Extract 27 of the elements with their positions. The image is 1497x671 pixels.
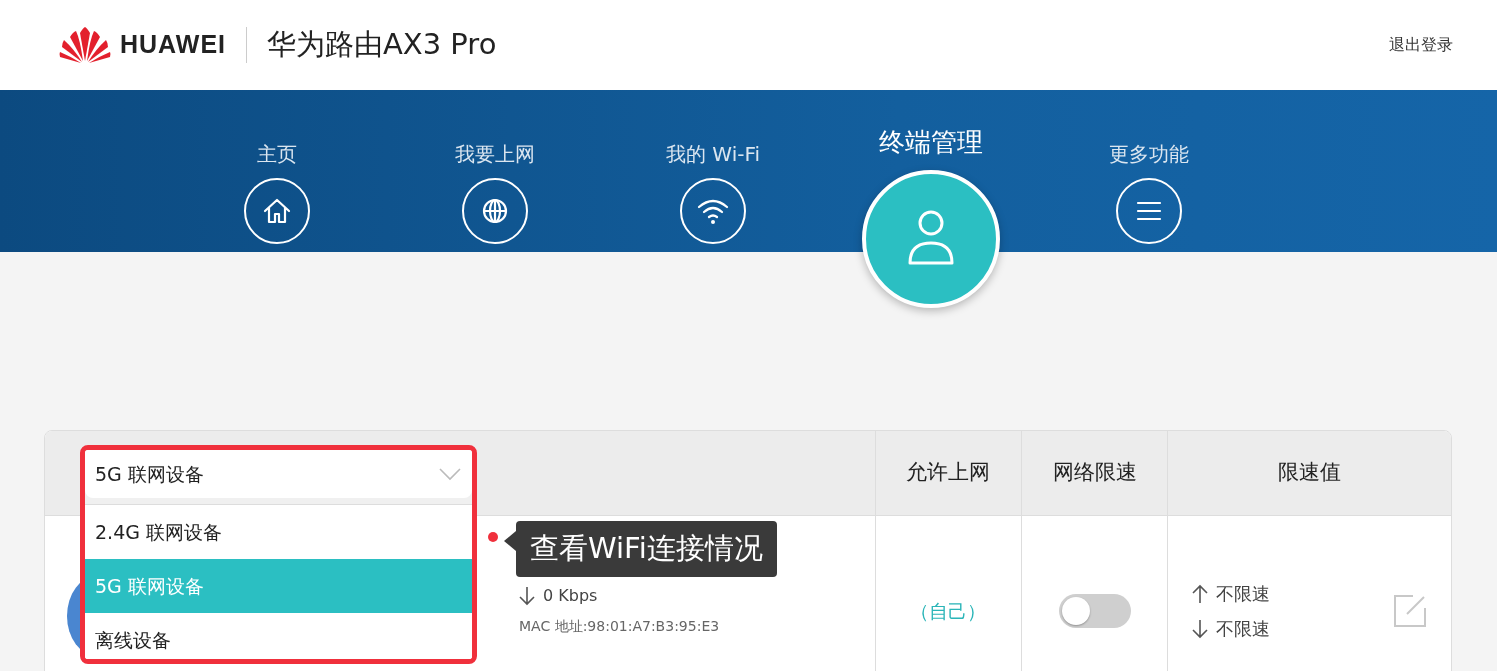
product-title: 华为路由AX3 Pro bbox=[267, 26, 497, 64]
access-status: （自己） bbox=[910, 598, 987, 624]
arrow-up-icon bbox=[1192, 583, 1209, 604]
column-header: 允许上网 bbox=[906, 459, 991, 487]
menu-icon bbox=[1134, 199, 1164, 223]
nav-tab[interactable]: 主页 bbox=[168, 90, 386, 244]
column-header: 限速值 bbox=[1278, 459, 1342, 487]
nav-tab[interactable]: 我要上网 bbox=[386, 90, 604, 244]
nav-tab[interactable]: 更多功能 bbox=[1040, 90, 1258, 244]
edit-icon[interactable] bbox=[1393, 594, 1427, 628]
logo-icon bbox=[58, 27, 112, 63]
upload-limit: 不限速 bbox=[1216, 582, 1271, 606]
brand-name: HUAWEI bbox=[120, 29, 226, 61]
logout-link[interactable]: 退出登录 bbox=[1389, 33, 1453, 57]
arrow-down-icon bbox=[1192, 618, 1209, 639]
arrow-down-icon bbox=[519, 586, 535, 606]
annotation-tooltip: 查看WiFi连接情况 bbox=[516, 521, 777, 577]
speed-limit-toggle[interactable] bbox=[1058, 594, 1131, 628]
column-header: 网络限速 bbox=[1052, 459, 1137, 487]
device-filter-select[interactable]: 5G 联网设备 bbox=[85, 450, 472, 498]
chevron-down-icon bbox=[438, 467, 462, 481]
nav-tab[interactable]: 我的 Wi-Fi bbox=[604, 90, 822, 244]
nav-tab[interactable]: 终端管理 bbox=[822, 90, 1040, 308]
download-limit: 不限速 bbox=[1216, 617, 1271, 641]
annotation-dot bbox=[488, 532, 498, 542]
download-speed: 0 Kbps bbox=[543, 585, 598, 607]
mac-address: MAC 地址:98:01:A7:B3:95:E3 bbox=[519, 617, 720, 636]
